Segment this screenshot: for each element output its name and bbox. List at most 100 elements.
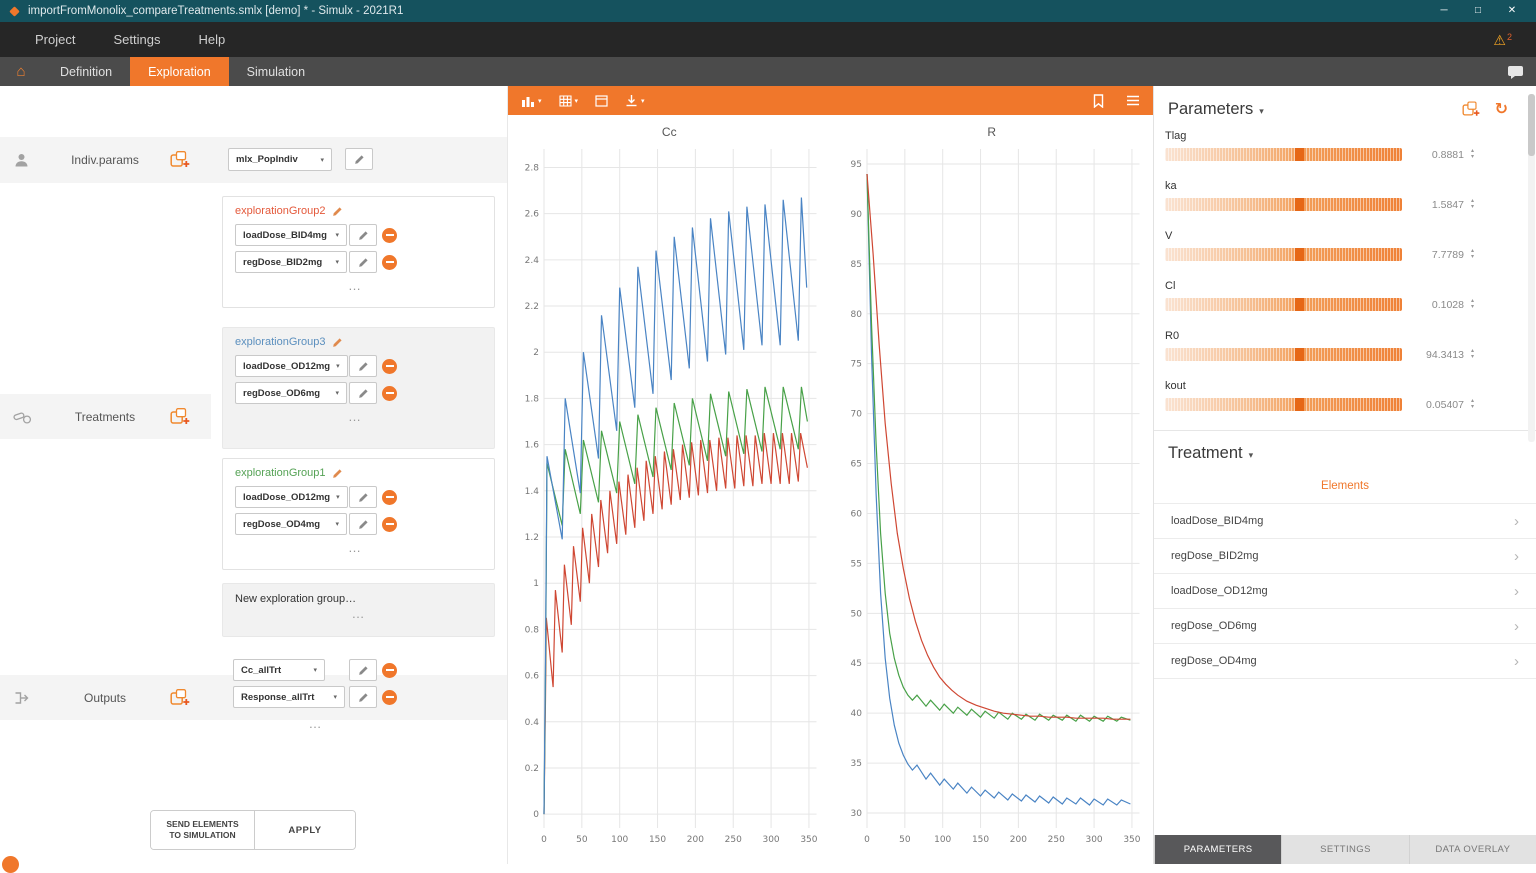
parameter-slider[interactable] <box>1165 248 1402 261</box>
menu-settings[interactable]: Settings <box>94 32 179 47</box>
warnings-indicator[interactable]: ⚠ 2 <box>1493 33 1520 47</box>
send-to-simulation-button[interactable]: SEND ELEMENTS TO SIMULATION <box>151 811 255 849</box>
treatment-dropdown[interactable]: regDose_OD4mg▾ <box>235 513 347 535</box>
download-button[interactable]: ▾ <box>625 94 645 107</box>
list-item[interactable]: loadDose_OD12mg › <box>1154 574 1536 609</box>
chat-icon[interactable] <box>1507 57 1536 86</box>
chart-grid-button[interactable]: ▾ <box>559 95 579 107</box>
menu-project[interactable]: Project <box>16 32 94 47</box>
treatment-dropdown[interactable]: loadDose_OD12mg▾ <box>235 355 348 377</box>
treatment-dropdown[interactable]: loadDose_OD12mg▾ <box>235 486 348 508</box>
tab-elements[interactable]: Elements <box>1154 472 1536 504</box>
parameter-value: 0.8881 <box>1409 149 1464 161</box>
edit-group-icon[interactable] <box>332 206 343 217</box>
remove-output-icon[interactable] <box>382 690 397 705</box>
svg-text:95: 95 <box>850 160 861 170</box>
parameter-slider[interactable] <box>1165 398 1402 411</box>
outputs-more-button[interactable]: … <box>233 716 397 731</box>
home-icon[interactable]: ⌂ <box>0 57 42 86</box>
parameter-spinner[interactable]: ▴▾ <box>1471 349 1474 360</box>
group-more-button[interactable]: … <box>235 278 475 293</box>
remove-treatment-icon[interactable] <box>382 490 397 505</box>
edit-treatment-button[interactable] <box>349 513 377 535</box>
parameter-slider[interactable] <box>1165 148 1402 161</box>
indiv-param-dropdown[interactable]: mlx_PopIndiv ▾ <box>228 148 332 171</box>
edit-group-icon[interactable] <box>332 468 343 479</box>
list-item[interactable]: loadDose_BID4mg › <box>1154 504 1536 539</box>
remove-treatment-icon[interactable] <box>382 517 397 532</box>
remove-treatment-icon[interactable] <box>382 228 397 243</box>
remove-treatment-icon[interactable] <box>382 255 397 270</box>
new-group-placeholder[interactable]: New exploration group… <box>235 593 482 605</box>
add-treatment-icon[interactable] <box>170 407 191 426</box>
caret-down-icon[interactable]: ▾ <box>1259 106 1264 117</box>
parameter-spinner[interactable]: ▴▾ <box>1471 299 1474 310</box>
parameter-slider[interactable] <box>1165 348 1402 361</box>
edit-indiv-param-button[interactable] <box>345 148 373 170</box>
tab-simulation[interactable]: Simulation <box>229 57 323 86</box>
treatment-dropdown[interactable]: regDose_BID2mg▾ <box>235 251 347 273</box>
edit-treatment-button[interactable] <box>349 355 377 377</box>
edit-treatment-button[interactable] <box>349 251 377 273</box>
apply-button[interactable]: APPLY <box>255 811 355 849</box>
add-indiv-param-icon[interactable] <box>170 151 191 170</box>
treatment-dropdown[interactable]: regDose_OD6mg▾ <box>235 382 347 404</box>
tab-definition[interactable]: Definition <box>42 57 130 86</box>
add-output-icon[interactable] <box>170 688 191 707</box>
parameter-spinner[interactable]: ▴▾ <box>1471 149 1474 160</box>
chart-layout-button[interactable] <box>595 95 608 107</box>
minimize-button[interactable]: ─ <box>1428 0 1460 22</box>
output-dropdown[interactable]: Cc_allTrt▾ <box>233 659 325 681</box>
parameter-slider[interactable] <box>1165 298 1402 311</box>
list-item[interactable]: regDose_OD4mg › <box>1154 644 1536 679</box>
output-dropdown[interactable]: Response_allTrt▾ <box>233 686 345 708</box>
export-parameters-icon[interactable] <box>1462 101 1481 118</box>
tab-settings[interactable]: SETTINGS <box>1281 835 1408 864</box>
notification-dot[interactable] <box>2 856 19 873</box>
remove-treatment-icon[interactable] <box>382 359 397 374</box>
scrollbar-thumb[interactable] <box>1528 94 1535 156</box>
edit-treatment-button[interactable] <box>349 224 377 246</box>
list-item[interactable]: regDose_OD6mg › <box>1154 609 1536 644</box>
spinner-down-icon[interactable]: ▾ <box>1471 205 1474 210</box>
menu-help[interactable]: Help <box>179 32 244 47</box>
parameter-slider[interactable] <box>1165 198 1402 211</box>
indiv-params-section: Indiv.params mlx_PopIndiv ▾ <box>0 137 507 183</box>
reset-parameters-icon[interactable]: ↻ <box>1495 99 1508 119</box>
remove-treatment-icon[interactable] <box>382 386 397 401</box>
remove-output-icon[interactable] <box>382 663 397 678</box>
chart-type-button[interactable]: ▾ <box>521 95 542 107</box>
edit-treatment-button[interactable] <box>349 486 377 508</box>
scrollbar[interactable] <box>1528 94 1535 442</box>
edit-output-button[interactable] <box>349 659 377 681</box>
edit-output-button[interactable] <box>349 686 377 708</box>
tab-parameters[interactable]: PARAMETERS <box>1154 835 1281 864</box>
tab-exploration[interactable]: Exploration <box>130 57 229 86</box>
bookmark-icon[interactable] <box>1093 94 1104 108</box>
edit-group-icon[interactable] <box>332 337 343 348</box>
spinner-down-icon[interactable]: ▾ <box>1471 305 1474 310</box>
close-button[interactable]: ✕ <box>1496 0 1528 22</box>
new-exploration-group-card[interactable]: New exploration group… … <box>222 583 495 637</box>
spinner-down-icon[interactable]: ▾ <box>1471 155 1474 160</box>
tab-data-overlay[interactable]: DATA OVERLAY <box>1409 835 1536 864</box>
right-panel: Parameters ▾ ↻ Tlag 0.8881 ▴▾ ka <box>1153 86 1536 864</box>
r-chart: R 30354045505560657075808590950501001502… <box>831 115 1154 864</box>
spinner-down-icon[interactable]: ▾ <box>1471 255 1474 260</box>
group-more-button[interactable]: … <box>235 540 475 555</box>
menu-icon[interactable] <box>1126 95 1140 106</box>
spinner-down-icon[interactable]: ▾ <box>1471 405 1474 410</box>
new-group-more-button[interactable]: … <box>235 606 482 621</box>
caret-down-icon: ▾ <box>575 97 579 105</box>
spinner-down-icon[interactable]: ▾ <box>1471 355 1474 360</box>
parameter-spinner[interactable]: ▴▾ <box>1471 249 1474 260</box>
edit-treatment-button[interactable] <box>349 382 377 404</box>
maximize-button[interactable]: □ <box>1462 0 1494 22</box>
parameter-spinner[interactable]: ▴▾ <box>1471 199 1474 210</box>
group-more-button[interactable]: … <box>235 409 475 424</box>
parameter-spinner[interactable]: ▴▾ <box>1471 399 1474 410</box>
caret-down-icon: ▾ <box>335 258 339 266</box>
caret-down-icon[interactable]: ▾ <box>1249 450 1254 461</box>
list-item[interactable]: regDose_BID2mg › <box>1154 539 1536 574</box>
treatment-dropdown[interactable]: loadDose_BID4mg▾ <box>235 224 347 246</box>
